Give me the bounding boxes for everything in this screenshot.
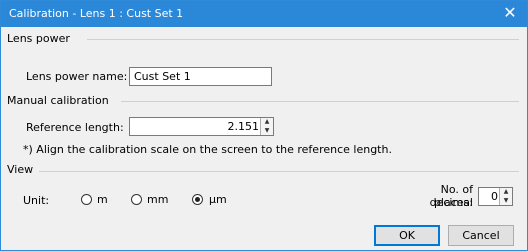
manual-calibration-group-label: Manual calibration — [7, 94, 109, 107]
reference-length-label: Reference length: — [26, 121, 124, 134]
title-bar: Calibration - Lens 1 : Cust Set 1 ✕ — [1, 1, 527, 27]
manual-calibration-divider — [121, 101, 519, 102]
decimal-places-spin-buttons: ▲ ▼ — [499, 188, 512, 205]
lens-power-name-field[interactable]: Cust Set 1 — [129, 67, 272, 86]
unit-mm-radio[interactable] — [131, 194, 142, 205]
reference-length-spinner[interactable]: 2.151 ▲ ▼ — [129, 117, 274, 136]
calibration-dialog: Calibration - Lens 1 : Cust Set 1 ✕ Lens… — [0, 0, 528, 251]
reference-length-spin-buttons: ▲ ▼ — [260, 118, 273, 135]
close-icon[interactable]: ✕ — [501, 4, 519, 22]
unit-label: Unit: — [23, 194, 50, 207]
view-group-label: View — [7, 163, 34, 176]
unit-um-radio[interactable] — [192, 194, 203, 205]
decimal-places-spinner[interactable]: 0 ▲ ▼ — [478, 187, 513, 206]
cancel-button[interactable]: Cancel — [448, 225, 514, 246]
decimal-places-label-line2: places: — [433, 196, 473, 209]
spin-down-icon[interactable]: ▼ — [261, 126, 273, 135]
lens-power-divider — [87, 39, 519, 40]
lens-power-group-label: Lens power — [7, 32, 70, 45]
unit-m-label[interactable]: m — [97, 193, 108, 206]
view-divider — [39, 171, 519, 172]
reference-length-value: 2.151 — [227, 120, 260, 133]
spin-down-icon[interactable]: ▼ — [500, 196, 512, 205]
calibration-note: *) Align the calibration scale on the sc… — [23, 143, 392, 156]
unit-um-label[interactable]: µm — [209, 193, 227, 206]
window-title: Calibration - Lens 1 : Cust Set 1 — [9, 7, 184, 20]
lens-power-name-label: Lens power name: — [26, 70, 128, 83]
ok-button[interactable]: OK — [374, 225, 440, 246]
decimal-places-value: 0 — [491, 190, 498, 203]
unit-mm-label[interactable]: mm — [147, 193, 168, 206]
unit-m-radio[interactable] — [81, 194, 92, 205]
